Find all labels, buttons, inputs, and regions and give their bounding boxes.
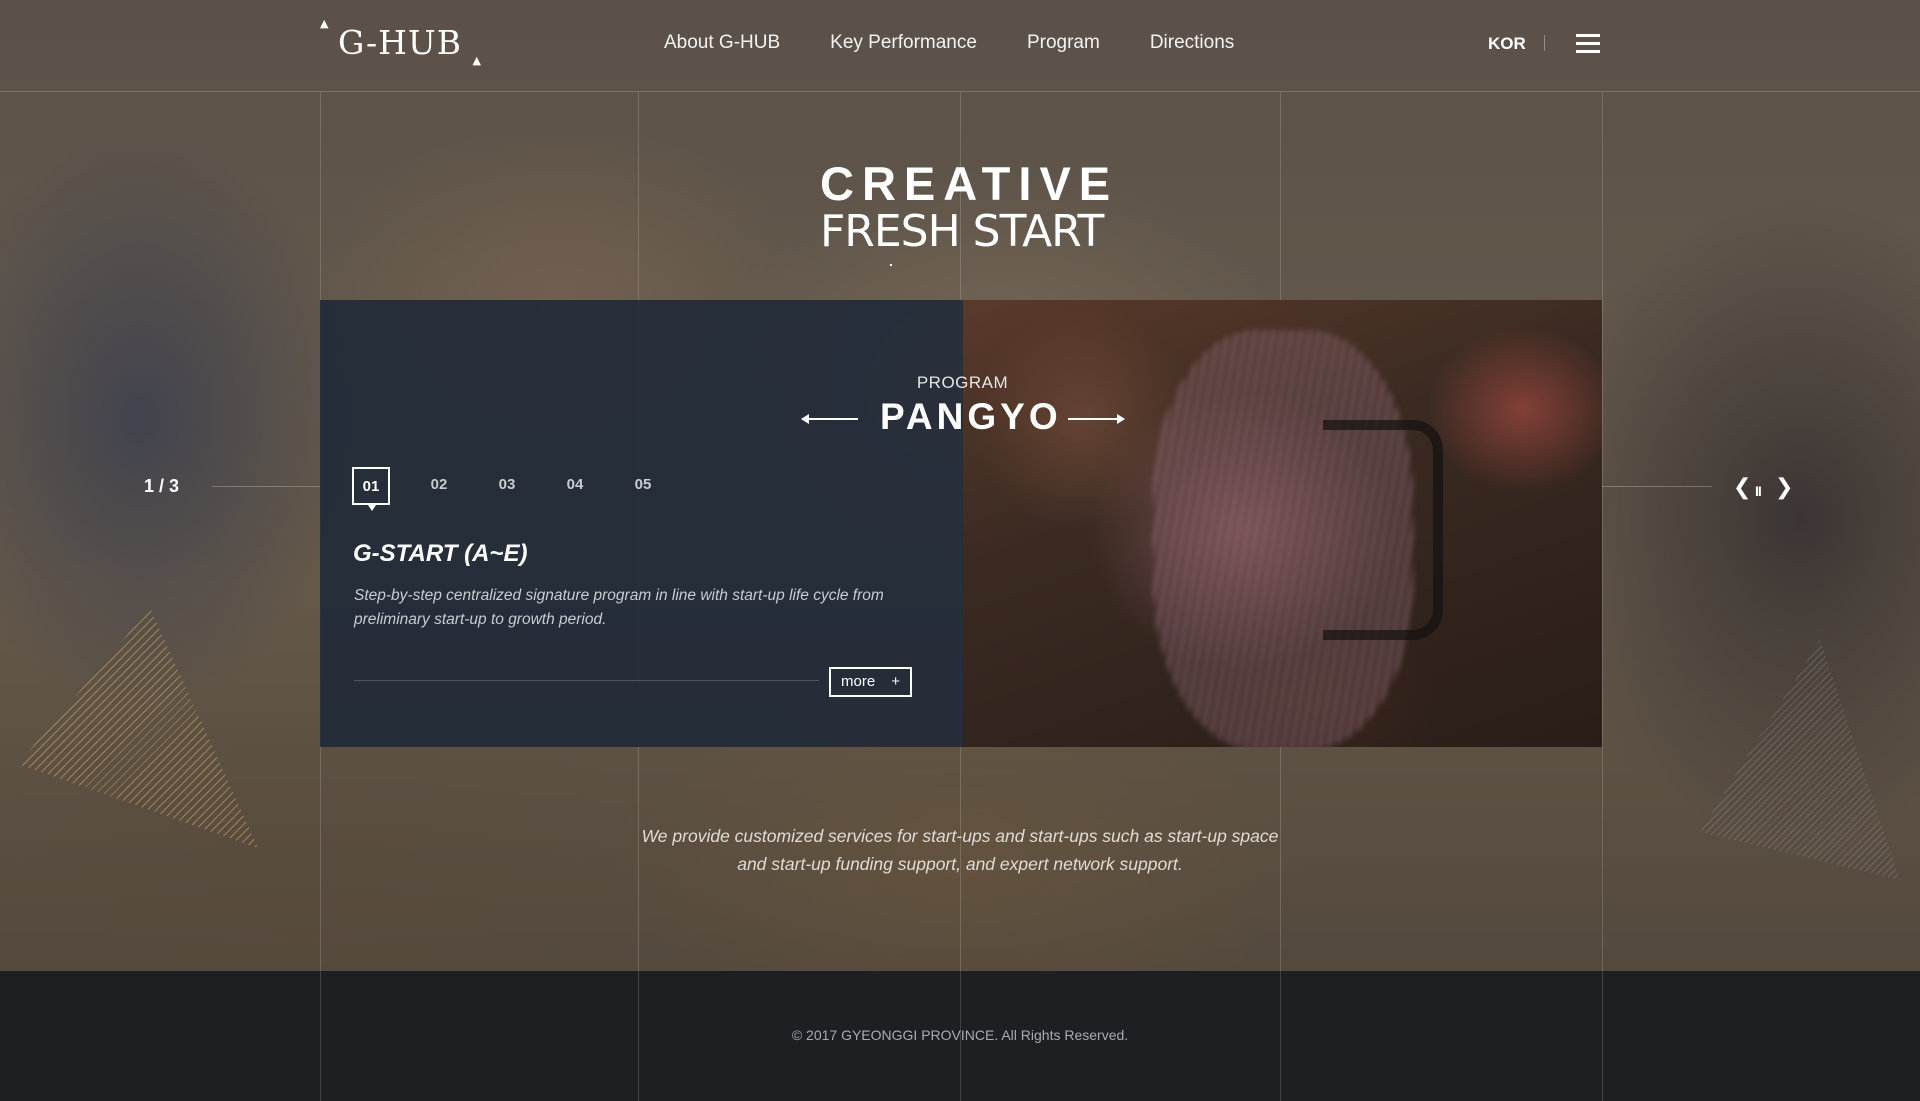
program-card-image — [963, 300, 1602, 747]
tab-01[interactable]: 01 — [352, 467, 390, 511]
pause-icon[interactable]: II — [1755, 480, 1762, 502]
language-toggle[interactable]: KOR — [1488, 34, 1526, 54]
description-line: Step-by-step centralized signature progr… — [354, 587, 884, 604]
logo-triangle-icon: ▲ — [320, 17, 330, 30]
tab-03[interactable]: 03 — [488, 467, 526, 505]
arrow-left-icon[interactable] — [801, 414, 858, 424]
plus-icon: + — [891, 673, 900, 690]
divider — [212, 486, 320, 487]
logo[interactable]: ▲ G-HUB ▲ — [320, 17, 481, 68]
grid-line — [1602, 92, 1603, 1101]
program-location: PANGYO — [880, 396, 1062, 437]
program-item-title: G-START (A~E) — [353, 540, 528, 567]
more-button[interactable]: more + — [829, 667, 912, 697]
logo-text: G-HUB — [338, 23, 462, 62]
tab-05[interactable]: 05 — [624, 467, 662, 505]
slide-counter: 1 / 3 — [144, 476, 180, 496]
tab-04[interactable]: 04 — [556, 467, 594, 505]
divider — [1544, 35, 1545, 51]
tab-02[interactable]: 02 — [420, 467, 458, 505]
program-label: PROGRAM — [916, 373, 1009, 392]
more-label: more — [841, 673, 876, 690]
divider — [354, 680, 819, 681]
hero-title-line2: FRESH START — [820, 206, 1104, 257]
intro-line: and start-up funding support, and expert… — [737, 854, 1183, 874]
logo-triangle-icon: ▲ — [472, 54, 482, 67]
chevron-right-icon[interactable]: ❯ — [1775, 476, 1793, 498]
site-header: ▲ G-HUB ▲ About G-HUB Key Performance Pr… — [0, 0, 1920, 92]
hero-title: CREATIVE FRESH START — [820, 157, 1119, 266]
intro-text: We provide customized services for start… — [600, 822, 1320, 878]
nav-item-about[interactable]: About G-HUB — [664, 32, 780, 54]
nav-item-program[interactable]: Program — [1027, 32, 1100, 54]
program-tabs: 01 02 03 04 05 — [352, 467, 692, 511]
program-item-description: Step-by-step centralized signature progr… — [354, 584, 934, 632]
intro-line: We provide customized services for start… — [641, 826, 1279, 846]
divider — [1602, 486, 1712, 487]
description-line: preliminary start-up to growth period. — [354, 611, 607, 628]
nav-item-directions[interactable]: Directions — [1150, 32, 1234, 54]
title-dot — [890, 264, 892, 266]
arrow-right-icon[interactable] — [1068, 414, 1125, 424]
hero-title-line1: CREATIVE — [820, 157, 1119, 210]
main-nav: About G-HUB Key Performance Program Dire… — [664, 32, 1284, 54]
nav-item-key-performance[interactable]: Key Performance — [830, 32, 977, 54]
chevron-left-icon[interactable]: ❮ — [1733, 476, 1751, 498]
hamburger-menu-icon[interactable] — [1576, 34, 1600, 54]
